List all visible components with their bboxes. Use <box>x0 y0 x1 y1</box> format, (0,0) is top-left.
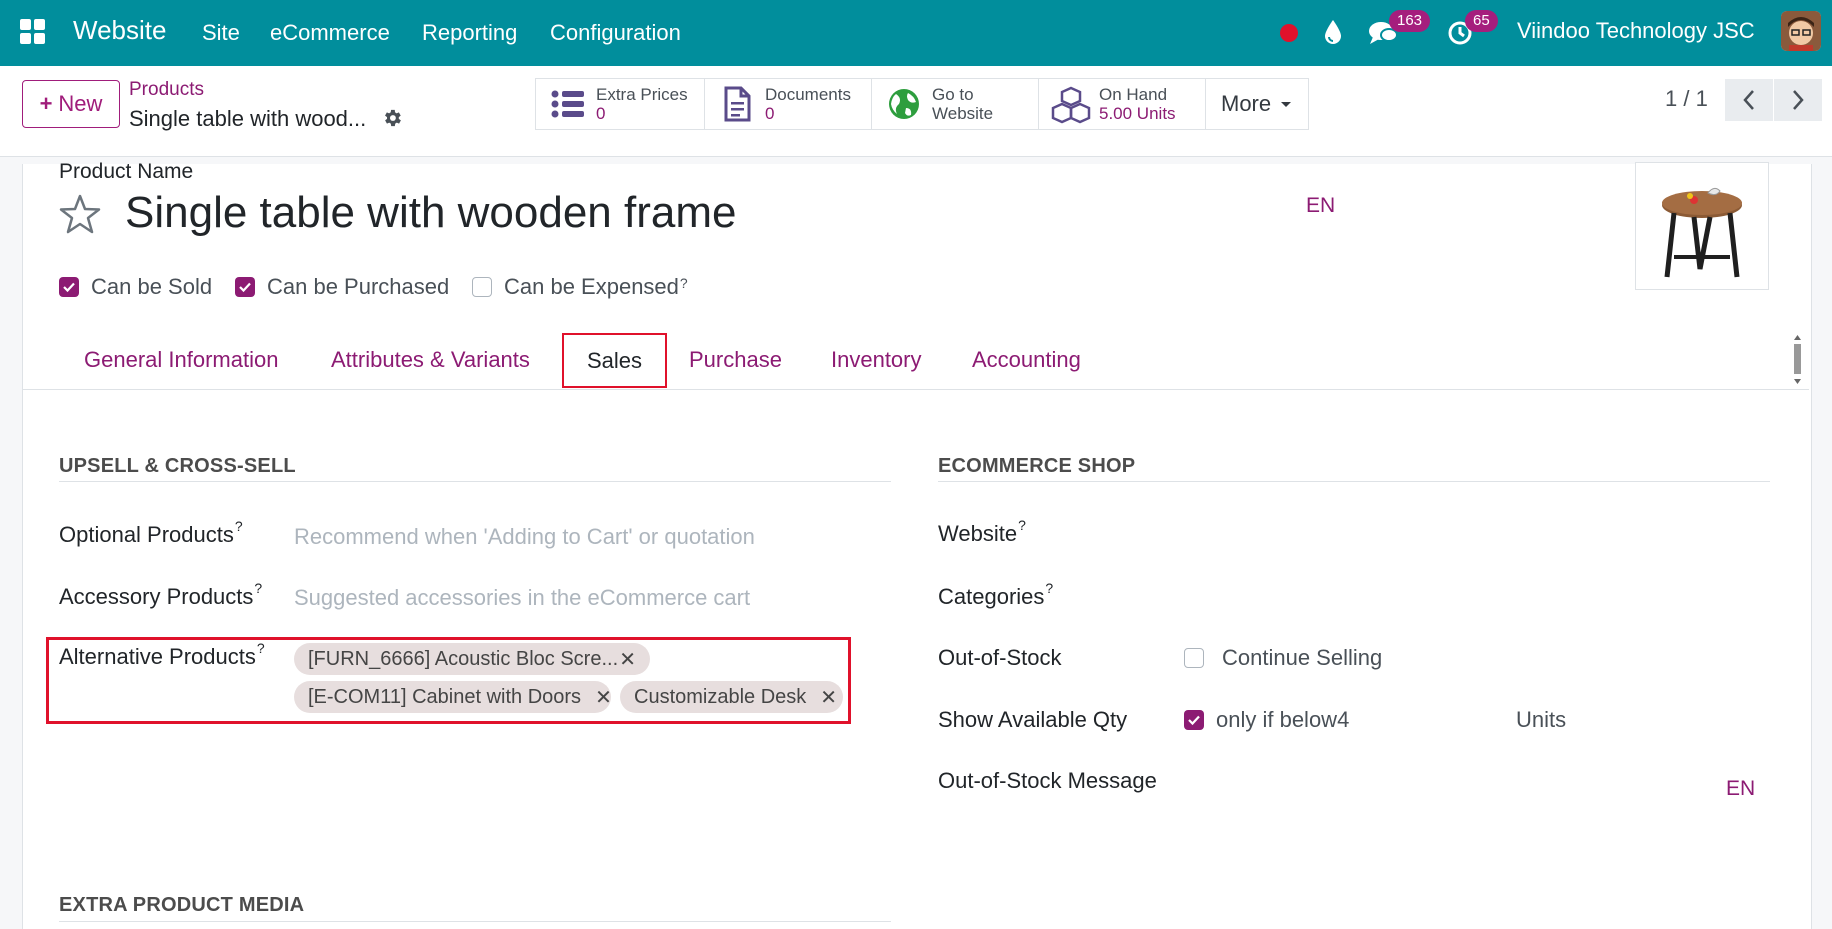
plus-icon: + <box>39 91 53 116</box>
apps-menu-icon[interactable] <box>20 19 46 45</box>
gear-icon[interactable] <box>381 107 403 129</box>
menu-ecommerce[interactable]: eCommerce <box>270 20 390 46</box>
optional-products-label: Optional Products? <box>59 518 243 547</box>
upsell-section-divider <box>59 481 891 482</box>
extra-prices-label: Extra Prices <box>596 84 688 104</box>
pager-next-button[interactable] <box>1774 79 1822 121</box>
can-be-expensed-label: Can be Expensed <box>504 274 679 299</box>
documents-label: Documents <box>765 84 851 104</box>
only-if-below-label: only if below <box>1216 707 1338 732</box>
globe-icon <box>889 89 919 119</box>
documents-count: 0 <box>765 103 775 123</box>
chevron-left-icon <box>1743 90 1754 110</box>
breadcrumb-current: Single table with wood... <box>129 106 367 131</box>
tabs-scrollbar[interactable] <box>1793 334 1802 386</box>
company-switcher[interactable]: Viindoo Technology JSC <box>1517 18 1755 44</box>
recording-indicator-icon[interactable] <box>1280 24 1298 42</box>
checkbox-unchecked-icon <box>472 277 492 297</box>
documents-button[interactable]: Documents 0 <box>704 78 872 130</box>
favorite-star-icon[interactable] <box>59 193 101 235</box>
optional-products-input[interactable]: Recommend when 'Adding to Cart' or quota… <box>294 524 755 550</box>
menu-configuration[interactable]: Configuration <box>550 20 681 46</box>
new-button[interactable]: + New <box>22 80 120 128</box>
can-be-purchased-label: Can be Purchased <box>267 274 450 299</box>
tab-inventory[interactable]: Inventory <box>831 347 922 373</box>
help-tooltip-icon[interactable]: ? <box>235 518 243 534</box>
product-name-label: Product Name <box>59 160 194 183</box>
accessory-products-label: Accessory Products? <box>59 580 263 609</box>
on-hand-label: On Hand <box>1099 84 1168 104</box>
checkbox-checked-icon <box>1184 710 1204 730</box>
activities-count-badge: 65 <box>1465 10 1498 32</box>
units-label: Units <box>1516 707 1567 732</box>
messages-count-badge: 163 <box>1389 10 1431 32</box>
cubes-icon <box>1051 86 1091 124</box>
checkbox-checked-icon <box>59 277 79 297</box>
on-hand-value: 5.00 Units <box>1099 103 1176 123</box>
continue-selling-checkbox[interactable]: Continue Selling <box>1184 645 1382 671</box>
ecommerce-section-divider <box>938 481 1770 482</box>
top-navbar: Website Site eCommerce Reporting Configu… <box>0 0 1832 66</box>
categories-label: Categories? <box>938 580 1054 609</box>
can-be-sold-checkbox[interactable]: Can be Sold <box>59 274 212 300</box>
out-of-stock-message-label: Out-of-Stock Message <box>938 768 1157 793</box>
accessory-products-input[interactable]: Suggested accessories in the eCommerce c… <box>294 585 750 611</box>
can-be-expensed-checkbox[interactable]: Can be Expensed? <box>472 274 688 300</box>
document-icon <box>724 86 751 122</box>
alternative-products-highlight <box>46 637 851 724</box>
pager-previous-button[interactable] <box>1725 79 1773 121</box>
on-hand-button[interactable]: On Hand 5.00 Units <box>1038 78 1206 130</box>
new-button-label: New <box>58 91 103 116</box>
breadcrumb-products[interactable]: Products <box>129 79 204 101</box>
user-avatar[interactable] <box>1781 11 1821 51</box>
app-brand[interactable]: Website <box>73 15 166 46</box>
tab-accounting[interactable]: Accounting <box>972 347 1081 373</box>
show-available-qty-label: Show Available Qty <box>938 707 1128 732</box>
out-of-stock-label: Out-of-Stock <box>938 645 1062 670</box>
help-tooltip-icon[interactable]: ? <box>680 275 688 291</box>
can-be-purchased-checkbox[interactable]: Can be Purchased <box>235 274 449 300</box>
checkbox-unchecked-icon <box>1184 648 1204 668</box>
can-be-sold-label: Can be Sold <box>91 274 213 299</box>
extra-prices-button[interactable]: Extra Prices 0 <box>535 78 705 130</box>
continue-selling-label: Continue Selling <box>1222 645 1383 670</box>
caret-down-icon <box>1281 102 1292 107</box>
ecommerce-section-title: ECOMMERCE SHOP <box>938 455 1136 477</box>
extra-media-section-divider <box>59 921 891 922</box>
upsell-section-title: UPSELL & CROSS-SELL <box>59 455 296 477</box>
menu-reporting[interactable]: Reporting <box>422 20 517 46</box>
translate-lang-button[interactable]: EN <box>1726 777 1755 801</box>
tab-attributes-variants[interactable]: Attributes & Variants <box>331 347 530 373</box>
go-to-website-line2: Website <box>932 104 994 123</box>
more-label: More <box>1221 91 1272 116</box>
product-image[interactable] <box>1635 162 1769 290</box>
help-tooltip-icon[interactable]: ? <box>1018 517 1026 533</box>
show-available-qty-checkbox[interactable]: only if below 4 <box>1184 707 1349 733</box>
go-to-website-button[interactable]: Go to Website <box>871 78 1039 130</box>
tab-general-information[interactable]: General Information <box>84 347 278 373</box>
translate-lang-button[interactable]: EN <box>1306 194 1335 218</box>
tab-sales-label: Sales <box>586 347 643 373</box>
menu-site[interactable]: Site <box>202 20 240 46</box>
control-panel: + New Products Single table with wood...… <box>0 66 1832 157</box>
tabs-divider <box>23 389 1809 390</box>
extra-media-section-title: EXTRA PRODUCT MEDIA <box>59 894 305 916</box>
help-tooltip-icon[interactable]: ? <box>254 580 262 596</box>
droplet-icon[interactable] <box>1322 18 1344 46</box>
checkbox-checked-icon <box>235 277 255 297</box>
go-to-website-line1: Go to <box>932 85 974 104</box>
product-name-input[interactable]: Single table with wooden frame <box>125 188 736 238</box>
available-threshold-input[interactable]: 4 <box>1337 707 1349 733</box>
tab-purchase[interactable]: Purchase <box>689 347 782 373</box>
more-button[interactable]: More <box>1205 78 1309 130</box>
website-label: Website? <box>938 517 1026 546</box>
pager-value[interactable]: 1 / 1 <box>1665 86 1708 112</box>
list-icon <box>551 90 584 118</box>
extra-prices-count: 0 <box>596 103 606 123</box>
chevron-right-icon <box>1793 90 1804 110</box>
help-tooltip-icon[interactable]: ? <box>1045 580 1053 596</box>
tab-sales[interactable]: Sales <box>562 333 667 388</box>
